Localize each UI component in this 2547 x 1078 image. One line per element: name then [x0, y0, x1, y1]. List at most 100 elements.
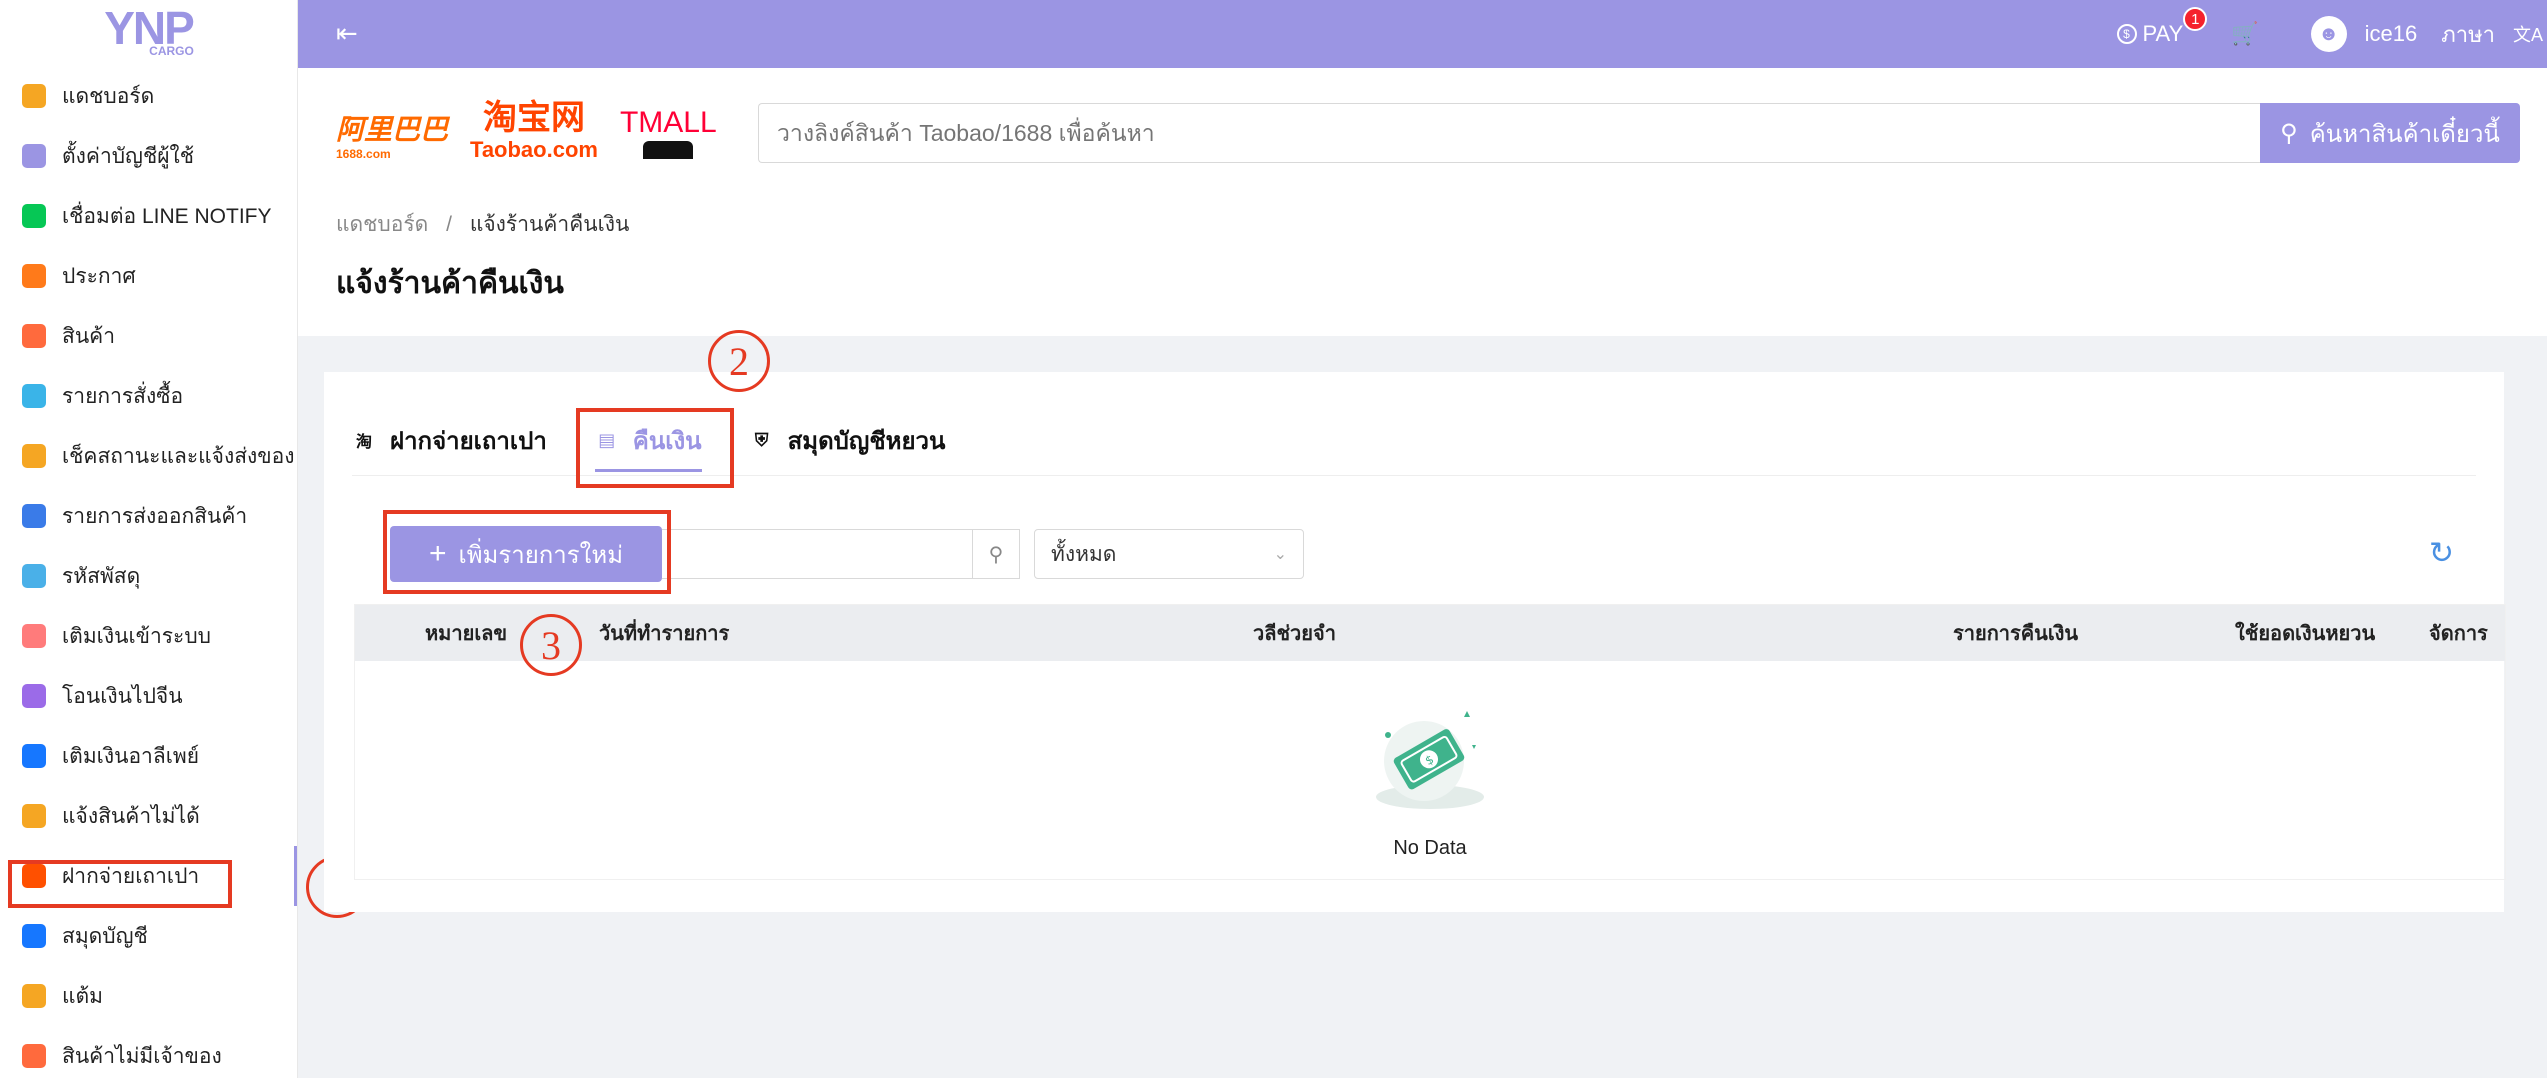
sidebar-item-label: ตั้งค่าบัญชีผู้ใช้	[62, 144, 195, 168]
sidebar-item-medal[interactable]: แต้ม	[0, 966, 297, 1026]
user-settings-icon	[22, 144, 46, 168]
avatar[interactable]: ☻	[2310, 16, 2347, 52]
truck-icon	[22, 444, 46, 468]
brand-1688-logo[interactable]: 阿里巴巴 1688.com	[336, 108, 448, 160]
sidebar-item-line[interactable]: เชื่อมต่อ LINE NOTIFY	[0, 186, 297, 246]
breadcrumb-root[interactable]: แดชบอร์ด	[336, 213, 428, 236]
pay-badge: 1	[2183, 7, 2208, 31]
tabs-divider	[352, 475, 2476, 476]
sidebar-item-label: รายการสั่งซื้อ	[62, 384, 184, 408]
box-icon	[22, 564, 46, 588]
logo-subtext: CARGO	[149, 44, 194, 58]
sidebar-item-label: เติมเงินอาลีเพย์	[62, 744, 200, 768]
tab-refund-label: คืนเงิน	[632, 427, 702, 455]
taobao-icon: 淘	[355, 434, 372, 451]
search-now-label: ค้นหาสินค้าเดี๋ยวนี้	[2309, 120, 2500, 148]
refresh-icon[interactable]: ↻	[2429, 536, 2454, 571]
annotation-3-label: 3	[541, 622, 561, 668]
no-data-text: No Data	[1393, 837, 1467, 859]
page-title: แจ้งร้านค้าคืนเงิน	[336, 267, 564, 300]
sidebar-item-unknown-box[interactable]: สินค้าไม่มีเจ้าของ	[0, 1026, 297, 1078]
megaphone-icon	[22, 264, 46, 288]
search-now-button[interactable]: ⚲ ค้นหาสินค้าเดี๋ยวนี้	[2260, 103, 2520, 163]
content-card: 淘 ฝากจ่ายเถาเปา ▤ คืนเงิน ⛨ สมุดบัญชีหยว…	[324, 372, 2506, 912]
chevron-down-icon: ⌄	[1273, 546, 1287, 563]
sidebar-item-dolly[interactable]: รายการส่งออกสินค้า	[0, 486, 297, 546]
tab-refund[interactable]: ▤ คืนเงิน	[594, 412, 702, 472]
bag-icon	[22, 324, 46, 348]
pay-button[interactable]: $ PAY 1	[2116, 7, 2208, 47]
col-memo: วลีช่วยจำ	[1253, 623, 1336, 645]
sidebar-item-label: ฝากจ่ายเถาเปา	[62, 864, 200, 888]
top-bar: ⇤ $ PAY 1 🛒 ☻ ice16 ภาษา 文A	[298, 0, 2547, 68]
sidebar-item-label: ประกาศ	[62, 264, 136, 288]
product-link-input[interactable]	[758, 103, 2260, 163]
sidebar-menu: แดชบอร์ดตั้งค่าบัญชีผู้ใช้เชื่อมต่อ LINE…	[0, 66, 297, 1078]
add-new-item-label: เพิ่มรายการใหม่	[458, 541, 624, 569]
col-refund-items: รายการคืนเงิน	[1953, 623, 2079, 645]
brand-taobao-logo[interactable]: 淘宝网 Taobao.com	[470, 101, 598, 166]
breadcrumb-current: แจ้งร้านค้าคืนเงิน	[469, 213, 630, 236]
annotation-2: 2	[708, 330, 770, 392]
tab-taobao-payment-label: ฝากจ่ายเถาเปา	[390, 427, 547, 455]
sidebar-item-label: เติมเงินเข้าระบบ	[62, 624, 211, 648]
tab-yuan-account[interactable]: ⛨ สมุดบัญชีหยวน	[750, 412, 946, 468]
taobao-icon	[22, 864, 46, 888]
sidebar-item-no-item[interactable]: แจ้งสินค้าไม่ได้	[0, 786, 297, 846]
sidebar-item-basket[interactable]: รายการสั่งซื้อ	[0, 366, 297, 426]
cart-icon[interactable]: 🛒	[2231, 21, 2258, 47]
tab-taobao-payment[interactable]: 淘 ฝากจ่ายเถาเปา	[352, 412, 547, 468]
sidebar-item-bag[interactable]: สินค้า	[0, 306, 297, 366]
add-new-item-button[interactable]: + เพิ่มรายการใหม่	[390, 526, 662, 582]
sidebar-item-truck[interactable]: เช็คสถานะและแจ้งส่งของ	[0, 426, 297, 486]
refund-table: หมายเลข วันที่ทำรายการ วลีช่วยจำ รายการค…	[354, 604, 2506, 880]
line-icon	[22, 204, 46, 228]
sidebar-item-label: รหัสพัสดุ	[62, 564, 141, 588]
col-actions: จัดการ	[2429, 623, 2488, 645]
empty-state: $ No Data	[355, 695, 2505, 860]
chart-icon	[22, 84, 46, 108]
sidebar-item-piggy[interactable]: เติมเงินเข้าระบบ	[0, 606, 297, 666]
username[interactable]: ice16	[2365, 21, 2418, 47]
medal-icon	[22, 984, 46, 1008]
ynp-cargo-logo[interactable]: YNP CARGO	[0, 0, 297, 66]
brand-1688-text: 阿里巴巴	[336, 114, 449, 145]
brand-taobao-sub: Taobao.com	[470, 137, 598, 162]
store-icon: ▤	[598, 429, 616, 450]
col-number: หมายเลข	[425, 623, 508, 645]
coin-icon: $	[2116, 24, 2137, 44]
table-search-icon[interactable]: ⚲	[972, 529, 1020, 579]
alipay-icon	[22, 744, 46, 768]
dolly-icon	[22, 504, 46, 528]
yuan-shield-icon: ⛨	[754, 429, 769, 450]
sidebar-item-label: เชื่อมต่อ LINE NOTIFY	[62, 204, 272, 228]
logo-text: YNP	[104, 2, 195, 54]
sidebar-item-label: สินค้า	[62, 324, 116, 348]
product-search: ⚲ ค้นหาสินค้าเดี๋ยวนี้	[758, 103, 2520, 163]
sidebar-item-wallet[interactable]: สมุดบัญชี	[0, 906, 297, 966]
annotation-2-label: 2	[729, 338, 749, 384]
sidebar-item-taobao[interactable]: ฝากจ่ายเถาเปา	[0, 846, 297, 906]
pay-label: PAY	[2142, 21, 2184, 46]
sidebar-item-megaphone[interactable]: ประกาศ	[0, 246, 297, 306]
wallet-icon	[22, 924, 46, 948]
sidebar-item-chart[interactable]: แดชบอร์ด	[0, 66, 297, 126]
table-search-input[interactable]	[662, 529, 972, 579]
sidebar-item-yuan[interactable]: โอนเงินไปจีน	[0, 666, 297, 726]
menu-collapse-icon[interactable]: ⇤	[336, 20, 360, 46]
breadcrumb: แดชบอร์ด / แจ้งร้านค้าคืนเงิน	[336, 208, 629, 241]
sidebar-item-user-settings[interactable]: ตั้งค่าบัญชีผู้ใช้	[0, 126, 297, 186]
sidebar: YNP CARGO แดชบอร์ดตั้งค่าบัญชีผู้ใช้เชื่…	[0, 0, 298, 1078]
sidebar-item-box[interactable]: รหัสพัสดุ	[0, 546, 297, 606]
status-filter-select[interactable]: ทั้งหมด ⌄	[1034, 529, 1304, 579]
language-label[interactable]: ภาษา	[2441, 17, 2495, 52]
basket-icon	[22, 384, 46, 408]
no-data-illustration-icon: $	[1360, 695, 1500, 815]
table-toolbar: + เพิ่มรายการใหม่ ⚲ ทั้งหมด ⌄	[390, 526, 1304, 582]
header: 阿里巴巴 1688.com 淘宝网 Taobao.com TMALL ⚲ ค้น…	[298, 68, 2547, 336]
sidebar-item-label: สินค้าไม่มีเจ้าของ	[62, 1044, 222, 1068]
translate-icon[interactable]: 文A	[2513, 21, 2543, 47]
sidebar-item-label: เช็คสถานะและแจ้งส่งของ	[62, 444, 295, 468]
sidebar-item-alipay[interactable]: เติมเงินอาลีเพย์	[0, 726, 297, 786]
brand-tmall-logo[interactable]: TMALL	[620, 108, 717, 159]
